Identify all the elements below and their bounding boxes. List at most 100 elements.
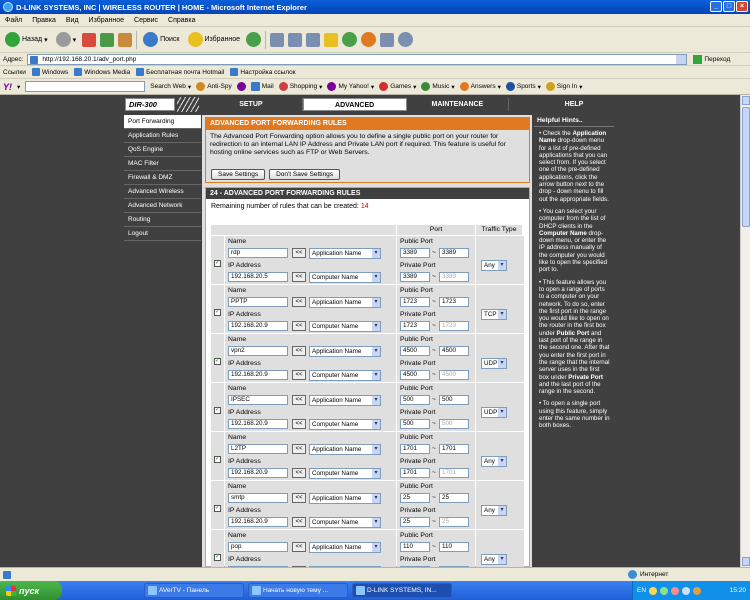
yahoo-music-button[interactable]: Music ▾ — [421, 82, 455, 91]
yahoo-games-button[interactable]: Games ▾ — [379, 82, 416, 91]
menu-edit[interactable]: Правка — [32, 17, 56, 24]
public-port-end-input[interactable]: 3389 — [439, 248, 469, 258]
back-button[interactable]: Назад ▾ — [3, 30, 50, 50]
fill-application-button[interactable]: << — [292, 248, 306, 258]
sidebar-item-mac-filter[interactable]: MAC Filter — [124, 157, 201, 171]
refresh-icon[interactable] — [100, 32, 115, 47]
tray-icon[interactable] — [649, 586, 658, 595]
sidebar-item-logout[interactable]: Logout — [124, 227, 201, 241]
private-port-start-input[interactable]: 1723 — [400, 321, 430, 331]
link-windows[interactable]: Windows — [31, 68, 68, 76]
fill-computer-button[interactable]: << — [292, 468, 306, 478]
messenger-icon[interactable] — [341, 32, 357, 47]
application-name-select[interactable]: Application Name — [309, 493, 381, 504]
yahoo-antispy-button[interactable]: Anti-Spy — [196, 82, 232, 91]
private-port-start-input[interactable]: 4500 — [400, 370, 430, 380]
fill-application-button[interactable]: << — [292, 395, 306, 405]
rule-name-input[interactable]: rdp — [228, 248, 288, 258]
traffic-type-select[interactable]: Any — [481, 456, 507, 467]
traffic-type-select[interactable]: TCP — [481, 309, 507, 320]
mail-icon[interactable] — [269, 32, 284, 47]
tray-icon[interactable] — [660, 586, 669, 595]
fill-computer-button[interactable]: << — [292, 419, 306, 429]
menu-help[interactable]: Справка — [168, 17, 195, 24]
public-port-start-input[interactable]: 1723 — [400, 297, 430, 307]
edit-icon[interactable] — [305, 32, 320, 47]
public-port-start-input[interactable]: 500 — [400, 395, 430, 405]
task-dlink[interactable]: D-LINK SYSTEMS, IN... — [352, 583, 452, 598]
private-port-start-input[interactable]: 1701 — [400, 468, 430, 478]
computer-name-select[interactable]: Computer Name — [309, 517, 381, 528]
traffic-type-select[interactable]: Any — [481, 505, 507, 516]
close-button[interactable]: × — [736, 1, 748, 12]
tab-advanced[interactable]: ADVANCED — [302, 98, 407, 111]
menu-file[interactable]: Файл — [5, 17, 22, 24]
link-hotmail[interactable]: Бесплатная почта Hotmail — [136, 68, 224, 76]
fill-application-button[interactable]: << — [292, 346, 306, 356]
public-port-end-input[interactable]: 25 — [439, 493, 469, 503]
scroll-down-icon[interactable] — [742, 557, 750, 566]
spell-icon[interactable] — [360, 32, 376, 47]
sidebar-item-application-rules[interactable]: Application Rules — [124, 129, 201, 143]
yahoo-icon[interactable] — [236, 82, 246, 91]
dont-save-settings-button[interactable]: Don't Save Settings — [269, 169, 340, 180]
minimize-button[interactable]: _ — [710, 1, 722, 12]
yahoo-shopping-button[interactable]: Shopping ▾ — [278, 82, 322, 91]
save-settings-button[interactable]: Save Settings — [211, 169, 266, 180]
tab-help[interactable]: HELP — [535, 98, 613, 111]
public-port-end-input[interactable]: 1701 — [439, 444, 469, 454]
link-windows-media[interactable]: Windows Media — [74, 68, 130, 76]
rule-enable-checkbox[interactable]: ✓ — [214, 358, 221, 365]
application-name-select[interactable]: Application Name — [309, 444, 381, 455]
ip-address-input[interactable]: 192.168.20.5 — [228, 272, 288, 282]
menu-tools[interactable]: Сервис — [134, 17, 158, 24]
print-icon[interactable] — [287, 32, 302, 47]
tab-setup[interactable]: SETUP — [200, 98, 303, 111]
rule-name-input[interactable]: smtp — [228, 493, 288, 503]
fill-application-button[interactable]: << — [292, 542, 306, 552]
public-port-start-input[interactable]: 3389 — [400, 248, 430, 258]
history-icon[interactable] — [245, 32, 261, 47]
forward-button[interactable]: ▾ — [54, 30, 79, 50]
home-icon[interactable] — [118, 32, 133, 47]
fill-computer-button[interactable]: << — [292, 321, 306, 331]
private-port-start-input[interactable]: 25 — [400, 517, 430, 527]
sidebar-item-port-forwarding[interactable]: Port Forwarding — [124, 115, 201, 129]
fill-computer-button[interactable]: << — [292, 370, 306, 380]
search-button[interactable]: Поиск — [141, 30, 181, 50]
scroll-thumb[interactable] — [742, 107, 750, 227]
go-button[interactable]: Переход — [693, 54, 730, 64]
traffic-type-select[interactable]: Any — [481, 554, 507, 565]
tray-icon[interactable] — [671, 586, 680, 595]
tab-maintenance[interactable]: MAINTENANCE — [406, 98, 510, 111]
application-name-select[interactable]: Application Name — [309, 297, 381, 308]
yahoo-signin-button[interactable]: Sign In ▾ — [545, 82, 582, 91]
traffic-type-select[interactable]: Any — [481, 260, 507, 271]
menu-view[interactable]: Вид — [66, 17, 79, 24]
application-name-select[interactable]: Application Name — [309, 346, 381, 357]
public-port-end-input[interactable]: 4500 — [439, 346, 469, 356]
rule-name-input[interactable]: PPTP — [228, 297, 288, 307]
fill-application-button[interactable]: << — [292, 444, 306, 454]
menu-favorites[interactable]: Избранное — [89, 17, 124, 24]
ip-address-input[interactable]: 192.168.20.9 — [228, 517, 288, 527]
computer-name-select[interactable]: Computer Name — [309, 321, 381, 332]
private-port-start-input[interactable]: 500 — [400, 419, 430, 429]
application-name-select[interactable]: Application Name — [309, 395, 381, 406]
yahoo-mail-button[interactable]: Mail — [250, 82, 274, 91]
research-icon[interactable] — [379, 32, 394, 47]
sidebar-item-advanced-network[interactable]: Advanced Network — [124, 199, 201, 213]
sidebar-item-firewall-dmz[interactable]: Firewall & DMZ — [124, 171, 201, 185]
fill-computer-button[interactable]: << — [292, 517, 306, 527]
computer-name-select[interactable]: Computer Name — [309, 370, 381, 381]
link-customize[interactable]: Настройка ссылок — [230, 68, 296, 76]
users-icon[interactable] — [397, 32, 413, 47]
public-port-start-input[interactable]: 25 — [400, 493, 430, 503]
application-name-select[interactable]: Application Name — [309, 248, 381, 259]
address-input[interactable]: http://192.168.20.1/adv_port.php — [27, 53, 688, 65]
rule-name-input[interactable]: IPSEC — [228, 395, 288, 405]
computer-name-select[interactable]: Computer Name — [309, 419, 381, 430]
rule-enable-checkbox[interactable]: ✓ — [214, 554, 221, 561]
application-name-select[interactable]: Application Name — [309, 542, 381, 553]
rule-name-input[interactable]: pop — [228, 542, 288, 552]
